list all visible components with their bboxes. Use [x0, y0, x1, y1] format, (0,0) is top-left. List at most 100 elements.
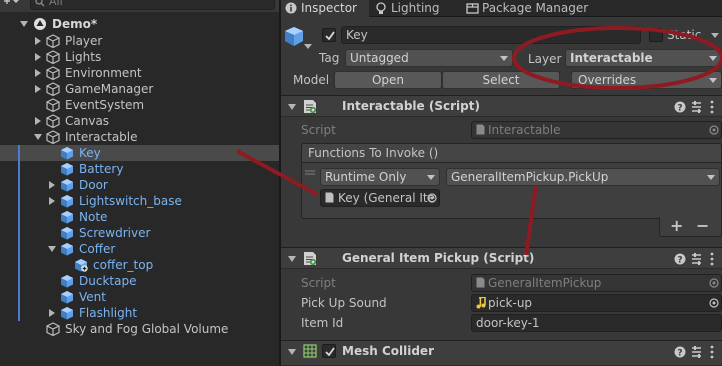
hierarchy-item-canvas[interactable]: Canvas: [0, 113, 279, 129]
tab-inspector[interactable]: Inspector: [281, 0, 369, 17]
prefab-cube-icon: [61, 163, 73, 176]
event-target-field[interactable]: Key (General Ite: [320, 189, 440, 207]
mesh-collider-enabled-checkbox[interactable]: [322, 344, 336, 358]
hierarchy-item-environment[interactable]: Environment: [0, 65, 279, 81]
expand-arrow-icon[interactable]: [34, 133, 42, 141]
hierarchy-search-input[interactable]: All: [30, 0, 275, 10]
runtime-dropdown[interactable]: Runtime Only: [320, 168, 440, 186]
chevron-down-icon: [709, 78, 717, 83]
hierarchy-item-label: Ducktape: [79, 274, 137, 288]
hierarchy-item-label: EventSystem: [65, 98, 145, 112]
drag-handle-icon[interactable]: [304, 170, 316, 178]
gameobject-cube-icon: [46, 114, 60, 128]
collapse-arrow-icon[interactable]: [34, 53, 42, 61]
component-header-icons: ?: [672, 251, 722, 267]
script-file-icon: [325, 192, 334, 203]
script-icon: [303, 99, 317, 114]
more-options-icon: [710, 252, 714, 266]
hierarchy-item-label: Lights: [65, 50, 102, 64]
pickup-component-header[interactable]: General Item Pickup (Script) ?: [281, 247, 722, 269]
collapse-arrow-icon[interactable]: [288, 256, 296, 262]
search-icon: [35, 0, 45, 7]
open-button[interactable]: Open: [334, 71, 442, 89]
item-id-field[interactable]: door-key-1: [471, 314, 722, 332]
hierarchy-item-ducktape[interactable]: Ducktape: [0, 273, 279, 289]
interactable-title: Interactable (Script): [342, 99, 480, 113]
gameobject-cube-icon: [46, 66, 60, 80]
gameobject-cube-icon: [46, 82, 60, 96]
prefab-cube-icon: [284, 26, 304, 48]
layer-value: Interactable: [570, 51, 653, 65]
hierarchy-item-battery[interactable]: Battery: [0, 161, 279, 177]
hierarchy-item-screwdriver[interactable]: Screwdriver: [0, 225, 279, 241]
collapse-arrow-icon[interactable]: [288, 349, 296, 355]
function-dropdown[interactable]: GeneralItemPickup.PickUp: [446, 168, 720, 186]
object-picker-icon[interactable]: [709, 298, 719, 308]
pickup-sound-field[interactable]: pick-up: [471, 294, 722, 312]
add-dropdown-icon[interactable]: [2, 0, 22, 10]
preset-icon: [692, 253, 701, 265]
collapse-arrow-icon[interactable]: [48, 309, 56, 317]
overrides-dropdown[interactable]: Overrides: [571, 71, 722, 89]
hierarchy-item-key[interactable]: Key: [0, 145, 279, 161]
collapse-arrow-icon[interactable]: [288, 104, 296, 110]
static-checkbox[interactable]: [649, 28, 663, 42]
pickup-sound-value: pick-up: [488, 296, 533, 310]
expand-arrow-icon[interactable]: [20, 20, 28, 28]
hierarchy-item-player[interactable]: Player: [0, 33, 279, 49]
info-icon: [285, 2, 297, 14]
collapse-arrow-icon[interactable]: [48, 197, 56, 205]
mesh-collider-icon: [303, 344, 317, 358]
icon-dropdown-arrow-icon[interactable]: [304, 44, 312, 50]
hierarchy-item-lightswitch-base[interactable]: Lightswitch_base: [0, 193, 279, 209]
static-label: Static: [667, 28, 702, 42]
hierarchy-item-flashlight[interactable]: Flashlight: [0, 305, 279, 321]
hierarchy-item-door[interactable]: Door: [0, 177, 279, 193]
static-dropdown-arrow-icon[interactable]: [711, 33, 719, 39]
expand-arrow-icon[interactable]: [48, 245, 56, 253]
prefab-cube-icon: [61, 243, 73, 256]
hierarchy-item-note[interactable]: Note: [0, 209, 279, 225]
object-name-field[interactable]: Key: [341, 26, 641, 44]
select-button[interactable]: Select: [442, 71, 560, 89]
tag-dropdown[interactable]: Untagged: [345, 49, 513, 67]
hierarchy-item-gamemanager[interactable]: GameManager: [0, 81, 279, 97]
tab-lighting[interactable]: Lighting: [371, 0, 457, 17]
mesh-collider-header[interactable]: Mesh Collider ?: [281, 340, 722, 366]
hierarchy-item-label: Vent: [79, 290, 106, 304]
hierarchy-item-vent[interactable]: Vent: [0, 289, 279, 305]
object-picker-icon[interactable]: [427, 193, 437, 203]
pickup-sound-label: Pick Up Sound: [301, 296, 387, 310]
prefab-cube-icon: [61, 179, 73, 192]
hierarchy-item-coffer[interactable]: Coffer: [0, 241, 279, 257]
collapse-arrow-icon[interactable]: [34, 69, 42, 77]
hierarchy-item-label: Coffer: [79, 242, 116, 256]
unity-event-header: Functions To Invoke (): [301, 143, 722, 163]
active-checkbox[interactable]: [322, 28, 336, 42]
gameobject-cube-icon: [46, 322, 60, 336]
hierarchy-item-lights[interactable]: Lights: [0, 49, 279, 65]
collapse-arrow-icon[interactable]: [34, 117, 42, 125]
collapse-arrow-icon[interactable]: [34, 37, 42, 45]
chevron-down-icon: [709, 56, 717, 61]
interactable-component-header[interactable]: Interactable (Script) ?: [281, 95, 722, 117]
prefab-cube-icon: [61, 291, 73, 304]
remove-listener-button[interactable]: −: [696, 218, 709, 234]
svg-text:?: ?: [677, 104, 682, 114]
layer-dropdown[interactable]: Interactable: [565, 49, 722, 67]
hierarchy-item-label: Key: [79, 146, 101, 160]
hierarchy-item-coffer-top[interactable]: coffer_top: [0, 257, 279, 273]
collapse-arrow-icon[interactable]: [48, 181, 56, 189]
hierarchy-item-eventsystem[interactable]: EventSystem: [0, 97, 279, 113]
tab-package-manager[interactable]: Package Manager: [462, 0, 592, 17]
scene-row[interactable]: Demo*: [0, 16, 279, 32]
hierarchy-item-label: Environment: [65, 66, 142, 80]
hierarchy-toolbar: All: [0, 0, 279, 12]
add-listener-button[interactable]: +: [670, 218, 683, 234]
hierarchy-item-interactable[interactable]: Interactable: [0, 129, 279, 145]
layer-label: Layer: [528, 52, 562, 66]
gameobject-cube-icon: [46, 130, 60, 144]
collapse-arrow-icon[interactable]: [34, 85, 42, 93]
object-picker-icon: [709, 125, 719, 135]
hierarchy-item-sky-and-fog-global-volume[interactable]: Sky and Fog Global Volume: [0, 321, 279, 337]
